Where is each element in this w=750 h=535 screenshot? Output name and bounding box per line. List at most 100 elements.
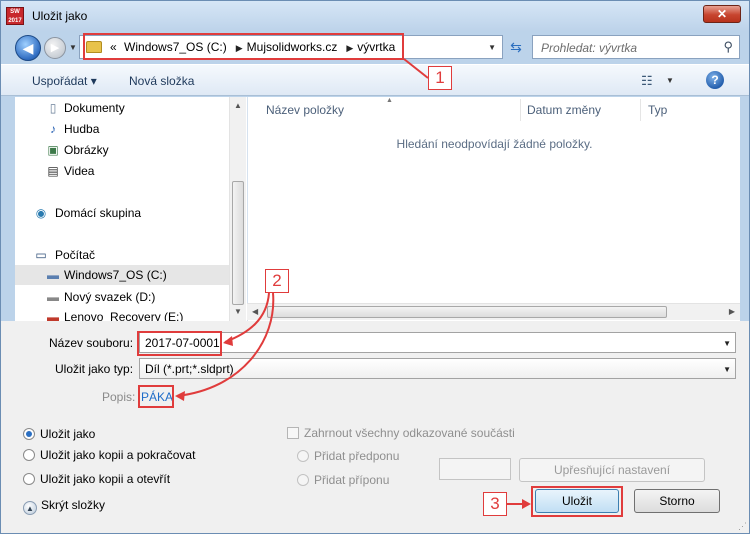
radio-label: Uložit jako kopii a pokračovat bbox=[40, 448, 196, 462]
radio-add-suffix[interactable]: Přidat příponu bbox=[297, 473, 389, 491]
sidebar-item-pictures[interactable]: ▣ Obrázky bbox=[15, 140, 229, 160]
save-options: Uložit jako Uložit jako kopii a pokračov… bbox=[1, 411, 749, 533]
annotation-label-1: 1 bbox=[428, 66, 452, 90]
sidebar-item-label: Videa bbox=[64, 164, 95, 178]
sidebar-item-label: Domácí skupina bbox=[55, 206, 142, 220]
sidebar-item-documents[interactable]: ▯ Dokumenty bbox=[15, 98, 229, 118]
file-type-label: Uložit jako typ: bbox=[55, 362, 134, 376]
include-references-checkbox[interactable]: Zahrnout všechny odkazované součásti bbox=[287, 426, 515, 444]
sidebar-item-computer[interactable]: ▭ Počítač bbox=[15, 245, 229, 265]
column-header-type[interactable]: Typ bbox=[648, 103, 667, 117]
radio-save-as[interactable]: Uložit jako bbox=[23, 427, 95, 445]
radio-button[interactable] bbox=[23, 473, 35, 485]
organize-button[interactable]: Uspořádat ▾ bbox=[32, 74, 97, 88]
annotation-box-save bbox=[531, 486, 623, 517]
hide-folders-button[interactable]: ▲ Skrýt složky bbox=[23, 498, 105, 516]
description-label: Popis: bbox=[102, 390, 136, 404]
forward-button[interactable]: ▶ bbox=[44, 37, 66, 59]
radio-add-prefix[interactable]: Přidat předponu bbox=[297, 449, 399, 467]
radio-label: Uložit jako bbox=[40, 427, 96, 441]
collapse-up-icon: ▲ bbox=[23, 501, 37, 515]
scroll-right-icon[interactable]: ▶ bbox=[729, 307, 735, 316]
windows-drive-icon: ▬ bbox=[47, 268, 59, 282]
radio-button-selected[interactable] bbox=[23, 428, 35, 440]
save-as-dialog: SW 2017 Uložit jako ✕ ◀ ▶ ▼ « Windows7_OS… bbox=[0, 0, 750, 534]
scrollbar-thumb[interactable] bbox=[267, 306, 667, 318]
filename-field[interactable]: 2017-07-0001 ▼ bbox=[139, 332, 736, 353]
column-header-date[interactable]: Datum změny bbox=[527, 103, 601, 117]
sidebar-item-music[interactable]: ♪ Hudba bbox=[15, 119, 229, 139]
radio-label: Přidat předponu bbox=[314, 449, 400, 463]
sidebar-item-drive-c[interactable]: ▬ Windows7_OS (C:) bbox=[15, 265, 229, 285]
drive-icon: ▬ bbox=[47, 290, 59, 304]
view-options-icon[interactable]: ☷ bbox=[641, 73, 653, 89]
advanced-settings-button[interactable]: Upřesňující nastavení bbox=[519, 458, 705, 482]
search-icon[interactable]: ⚲ bbox=[723, 39, 733, 55]
scroll-down-icon[interactable]: ▼ bbox=[234, 307, 242, 316]
documents-icon: ▯ bbox=[49, 101, 57, 115]
scrollbar-thumb[interactable] bbox=[232, 181, 244, 305]
sidebar-item-drive-d[interactable]: ▬ Nový svazek (D:) bbox=[15, 287, 229, 307]
file-type-select[interactable]: Díl (*.prt;*.sldprt) ▼ bbox=[139, 358, 736, 379]
chevron-down-icon[interactable]: ▼ bbox=[723, 365, 731, 374]
computer-icon: ▭ bbox=[35, 248, 47, 262]
file-list: ▲ Název položky Datum změny Typ Hledání … bbox=[247, 97, 740, 321]
file-list-scrollbar[interactable]: ◀ ▶ bbox=[247, 303, 740, 320]
column-header-name[interactable]: Název položky bbox=[266, 103, 344, 117]
annotation-box-filename bbox=[137, 331, 222, 356]
sidebar-item-label: Hudba bbox=[64, 122, 100, 136]
refresh-button[interactable]: ⇆ bbox=[506, 39, 526, 57]
back-button[interactable]: ◀ bbox=[15, 35, 41, 61]
radio-label: Uložit jako kopii a otevřít bbox=[40, 472, 171, 486]
close-button[interactable]: ✕ bbox=[703, 5, 741, 23]
view-dropdown-icon[interactable]: ▼ bbox=[666, 76, 674, 85]
arrow-left-icon: ◀ bbox=[22, 40, 34, 56]
sidebar-item-label: Dokumenty bbox=[64, 101, 125, 115]
recent-locations-dropdown[interactable]: ▼ bbox=[69, 43, 77, 52]
navigation-pane: ▯ Dokumenty ♪ Hudba ▣ Obrázky ▤ Videa ◉ … bbox=[15, 97, 247, 321]
command-bar: Uspořádat ▾ Nová složka ☷ ▼ ? bbox=[1, 64, 749, 96]
column-divider[interactable] bbox=[520, 99, 521, 121]
sidebar-item-homegroup[interactable]: ◉ Domácí skupina bbox=[15, 203, 229, 223]
radio-button[interactable] bbox=[297, 450, 309, 462]
new-folder-button[interactable]: Nová složka bbox=[129, 74, 194, 88]
radio-save-copy-open[interactable]: Uložit jako kopii a otevřít bbox=[23, 472, 170, 490]
scroll-left-icon[interactable]: ◀ bbox=[252, 307, 258, 316]
file-type-value: Díl (*.prt;*.sldprt) bbox=[145, 362, 234, 376]
sidebar-item-label: Lenovo_Recovery (E:) bbox=[64, 310, 184, 321]
window-title: Uložit jako bbox=[32, 9, 88, 23]
search-box[interactable]: Prohledat: vývrtka ⚲ bbox=[532, 35, 740, 59]
resize-grip-icon[interactable]: ⋰ bbox=[738, 521, 747, 532]
radio-button[interactable] bbox=[297, 474, 309, 486]
arrow-right-icon: ▶ bbox=[50, 42, 60, 54]
annotation-label-2: 2 bbox=[265, 269, 289, 293]
search-input[interactable]: Prohledat: vývrtka bbox=[541, 41, 637, 55]
sidebar-item-label: Windows7_OS (C:) bbox=[64, 268, 167, 282]
filename-label: Název souboru: bbox=[49, 336, 134, 350]
checkbox[interactable] bbox=[287, 427, 299, 439]
hide-folders-label: Skrýt složky bbox=[41, 498, 106, 512]
annotation-box-address bbox=[83, 33, 404, 60]
sidebar-item-label: Počítač bbox=[55, 248, 96, 262]
sidebar-item-drive-e[interactable]: ▬ Lenovo_Recovery (E:) bbox=[15, 307, 229, 321]
checkbox-label: Zahrnout všechny odkazované součásti bbox=[304, 426, 515, 440]
navigation-pane-scrollbar[interactable]: ▲ ▼ bbox=[229, 97, 246, 321]
chevron-down-icon[interactable]: ▼ bbox=[723, 339, 731, 348]
cancel-button[interactable]: Storno bbox=[634, 489, 720, 513]
radio-button[interactable] bbox=[23, 449, 35, 461]
music-icon: ♪ bbox=[50, 122, 56, 136]
help-icon[interactable]: ? bbox=[706, 71, 724, 89]
empty-results-message: Hledání neodpovídají žádné položky. bbox=[396, 137, 593, 151]
recovery-drive-icon: ▬ bbox=[47, 310, 59, 321]
pictures-icon: ▣ bbox=[47, 143, 59, 157]
radio-label: Přidat příponu bbox=[314, 473, 390, 487]
prefix-suffix-input[interactable] bbox=[439, 458, 511, 480]
sidebar-item-videos[interactable]: ▤ Videa bbox=[15, 161, 229, 181]
sidebar-item-label: Obrázky bbox=[64, 143, 109, 157]
annotation-label-3: 3 bbox=[483, 492, 507, 516]
column-divider[interactable] bbox=[640, 99, 641, 121]
address-dropdown-icon[interactable]: ▼ bbox=[488, 43, 496, 52]
radio-save-copy-continue[interactable]: Uložit jako kopii a pokračovat bbox=[23, 448, 195, 466]
scroll-up-icon[interactable]: ▲ bbox=[234, 101, 242, 110]
homegroup-icon: ◉ bbox=[35, 206, 47, 220]
